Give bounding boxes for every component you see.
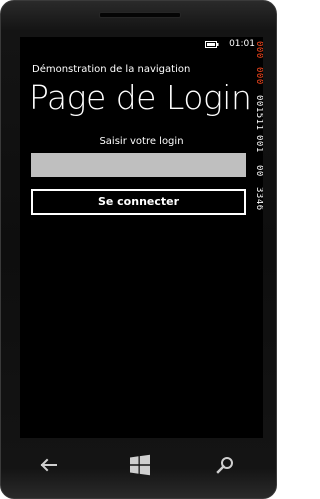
back-arrow-icon xyxy=(40,458,57,472)
login-input[interactable] xyxy=(31,153,246,177)
status-bar: 01:01 xyxy=(20,37,263,53)
frame-rate-counter: 000 xyxy=(254,41,263,59)
start-button[interactable] xyxy=(128,453,152,477)
screen: 01:01 000 000 001511 001 00 3346 Démonst… xyxy=(20,37,263,438)
back-button[interactable] xyxy=(37,453,61,477)
app-subtitle: Démonstration de la navigation xyxy=(32,64,191,75)
hardware-nav-bar xyxy=(1,441,278,491)
frame-rate-counter: 3346 xyxy=(254,187,263,211)
battery-icon xyxy=(205,41,219,48)
earpiece xyxy=(99,12,181,18)
page-title: Page de Login xyxy=(29,78,252,117)
search-button[interactable] xyxy=(213,453,237,477)
login-prompt-label: Saisir votre login xyxy=(99,136,184,147)
frame-rate-counter: 001511 xyxy=(254,95,263,131)
search-icon xyxy=(216,457,233,474)
connect-button[interactable]: Se connecter xyxy=(31,189,246,215)
frame-rate-counter: 000 xyxy=(254,67,263,85)
frame-rate-counter: 00 xyxy=(254,165,263,177)
phone-frame: 01:01 000 000 001511 001 00 3346 Démonst… xyxy=(0,0,277,499)
windows-logo-icon xyxy=(130,454,150,476)
